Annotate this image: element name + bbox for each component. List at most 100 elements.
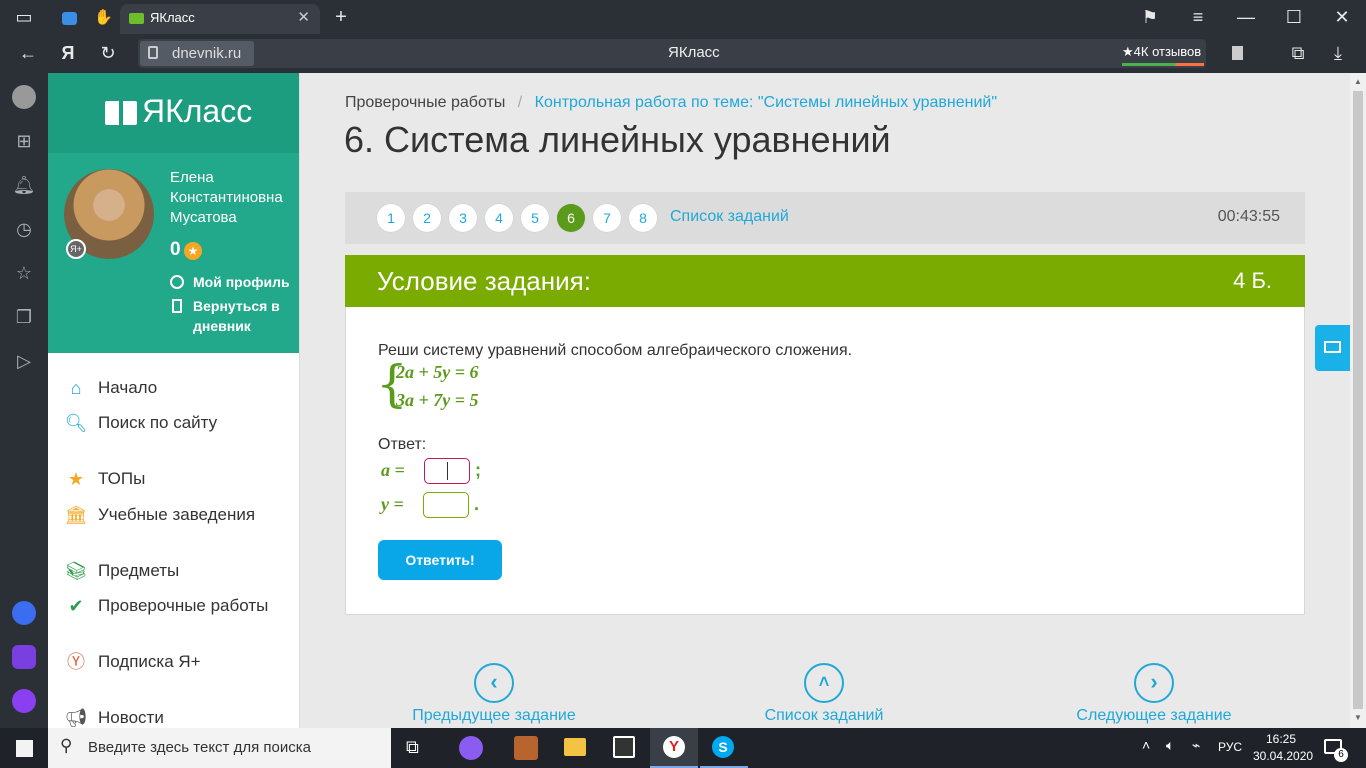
messenger-icon[interactable]	[12, 601, 36, 625]
minimize-icon[interactable]: —	[1234, 0, 1258, 34]
user-avatar-icon[interactable]	[12, 85, 36, 109]
bookmark-icon[interactable]	[1232, 46, 1243, 60]
prev-task-nav[interactable]: ‹ Предыдущее задание	[394, 663, 594, 724]
back-to-diary-link-2[interactable]: дневник	[193, 318, 251, 334]
submit-button[interactable]: Ответить!	[378, 540, 502, 580]
star-icon[interactable]: ☆	[12, 261, 36, 285]
play-icon[interactable]: ▷	[12, 349, 36, 373]
task-header-title: Условие задания:	[377, 266, 591, 296]
user-name-line2: Константиновна	[170, 189, 283, 206]
apps-grid-icon[interactable]: ⊞	[12, 129, 36, 153]
tab-inactive-2[interactable]: ✋	[88, 4, 116, 34]
search-icon: 🔍︎	[64, 413, 88, 433]
breadcrumb-current[interactable]: Контрольная работа по теме: "Системы лин…	[535, 94, 997, 111]
back-to-diary-icon	[172, 299, 182, 313]
nav-item-news[interactable]: 📢︎ Новости	[64, 705, 164, 728]
network-icon[interactable]: ⌁	[1192, 737, 1200, 754]
close-tab-icon[interactable]: ✕	[297, 8, 310, 26]
tabs-panel-icon[interactable]: ▭	[12, 0, 36, 34]
store-icon[interactable]	[613, 736, 635, 758]
language-indicator[interactable]: РУС	[1218, 740, 1242, 754]
close-window-icon[interactable]: ✕	[1330, 0, 1354, 34]
history-clock-icon[interactable]: ◷	[12, 217, 36, 241]
points-star-icon: ★	[184, 242, 202, 260]
nav-item-tests[interactable]: ✔ Проверочные работы	[64, 593, 268, 619]
taskbar-search-box[interactable]: ⚲ Введите здесь текст для поиска	[48, 728, 391, 768]
my-profile-link[interactable]: Мой профиль	[193, 274, 290, 290]
task-list-link[interactable]: Список заданий	[670, 208, 789, 226]
back-to-diary-link-1[interactable]: Вернуться в	[193, 298, 280, 314]
skype-taskbar-item[interactable]: S	[700, 728, 748, 768]
nav-item-subjects[interactable]: 📚︎ Предметы	[64, 558, 180, 584]
task-step-5[interactable]: 5	[521, 204, 549, 232]
tab-active[interactable]: ЯКласс ✕	[120, 4, 320, 34]
folder-icon[interactable]	[564, 738, 586, 756]
back-arrow-icon[interactable]: ←	[16, 37, 40, 69]
alice-icon[interactable]	[12, 689, 36, 713]
nav-item-schools[interactable]: 🏛︎ Учебные заведения	[64, 502, 256, 528]
book-logo-icon	[105, 101, 137, 125]
scroll-up-icon[interactable]: ▲	[1354, 77, 1362, 86]
maximize-icon[interactable]: ☐	[1282, 0, 1306, 34]
volume-icon[interactable]: 🔈︎	[1166, 737, 1174, 754]
task-step-3[interactable]: 3	[449, 204, 477, 232]
yandex-logo-icon[interactable]: Я	[56, 37, 80, 69]
reviews-text: ★4К отзывов	[1122, 44, 1202, 59]
scroll-thumb[interactable]	[1353, 91, 1363, 709]
site-sidebar: ЯКласс Я+ Елена Константиновна Мусатова …	[48, 73, 300, 728]
site-logo-text[interactable]: ЯКласс	[142, 93, 252, 130]
task-step-8[interactable]: 8	[629, 204, 657, 232]
task-header: Условие задания: 4 Б.	[345, 255, 1305, 307]
task-step-6[interactable]: 6	[557, 204, 585, 232]
nav-item-tops[interactable]: ★ ТОПы	[64, 466, 145, 492]
extension-icon[interactable]: ⧉	[1286, 37, 1310, 69]
task-view-icon[interactable]: ⧉	[406, 737, 419, 758]
clock-date[interactable]: 30.04.2020	[1253, 749, 1313, 763]
tray-chevron-icon[interactable]: ˄	[1142, 737, 1150, 753]
music-icon[interactable]	[12, 645, 36, 669]
tab-inactive-1[interactable]	[56, 4, 84, 34]
nav-item-subscription[interactable]: Ⓨ Подписка Я+	[64, 649, 201, 675]
yaplus-badge: Я+	[66, 239, 86, 259]
nav-label-tests: Проверочные работы	[98, 596, 269, 615]
bookmarks-icon[interactable]: ⚑	[1138, 0, 1162, 34]
nav-item-home[interactable]: ⌂ Начало	[64, 375, 158, 401]
yandex-browser-taskbar-item[interactable]: Y	[650, 728, 698, 768]
collections-icon[interactable]: ❐	[12, 305, 36, 329]
game-app-icon[interactable]	[514, 736, 538, 760]
reviews-badge[interactable]: ★4К отзывов	[1122, 41, 1204, 66]
reload-icon[interactable]: ↻	[96, 37, 120, 69]
user-name-line3: Мусатова	[170, 209, 237, 226]
search-icon: ⚲	[60, 736, 73, 755]
menu-icon[interactable]: ≡	[1186, 0, 1210, 34]
download-icon[interactable]: ⤓	[1326, 37, 1350, 69]
page-scrollbar[interactable]: ▲ ▼	[1350, 73, 1366, 728]
feedback-mail-button[interactable]	[1315, 325, 1350, 371]
windows-start-icon[interactable]	[16, 740, 33, 757]
task-step-2[interactable]: 2	[413, 204, 441, 232]
var-a-label: a =	[381, 460, 405, 480]
next-task-nav[interactable]: › Следующее задание	[1054, 663, 1254, 724]
nav-label-tops: ТОПы	[98, 469, 146, 488]
task-step-7[interactable]: 7	[593, 204, 621, 232]
task-step-1[interactable]: 1	[377, 204, 405, 232]
bell-icon[interactable]: 🔔︎	[12, 173, 36, 197]
page-title-in-address: ЯКласс	[668, 44, 720, 61]
clock-time[interactable]: 16:25	[1266, 732, 1296, 746]
answer-a-input[interactable]	[424, 458, 470, 484]
timer: 00:43:55	[1217, 208, 1280, 225]
answer-y-input[interactable]	[423, 492, 469, 518]
address-field[interactable]: dnevnik.ru ЯКласс ★4К отзывов	[138, 39, 1243, 68]
scroll-down-icon[interactable]: ▼	[1354, 713, 1362, 722]
breadcrumb-root[interactable]: Проверочные работы	[345, 94, 505, 111]
task-points: 4 Б.	[1233, 268, 1272, 293]
nav-item-search[interactable]: 🔍︎ Поиск по сайту	[64, 410, 218, 436]
task-step-4[interactable]: 4	[485, 204, 513, 232]
equation-1: 2a + 5y = 6	[396, 362, 479, 382]
domain-chip[interactable]: dnevnik.ru	[140, 41, 254, 66]
task-stepper: 12345678 Список заданий 00:43:55	[345, 192, 1305, 244]
var-y-label: y =	[381, 494, 404, 514]
alice-taskbar-icon[interactable]	[459, 736, 483, 760]
task-list-nav[interactable]: ˄ Список заданий	[724, 663, 924, 724]
new-tab-icon[interactable]: +	[330, 0, 352, 34]
